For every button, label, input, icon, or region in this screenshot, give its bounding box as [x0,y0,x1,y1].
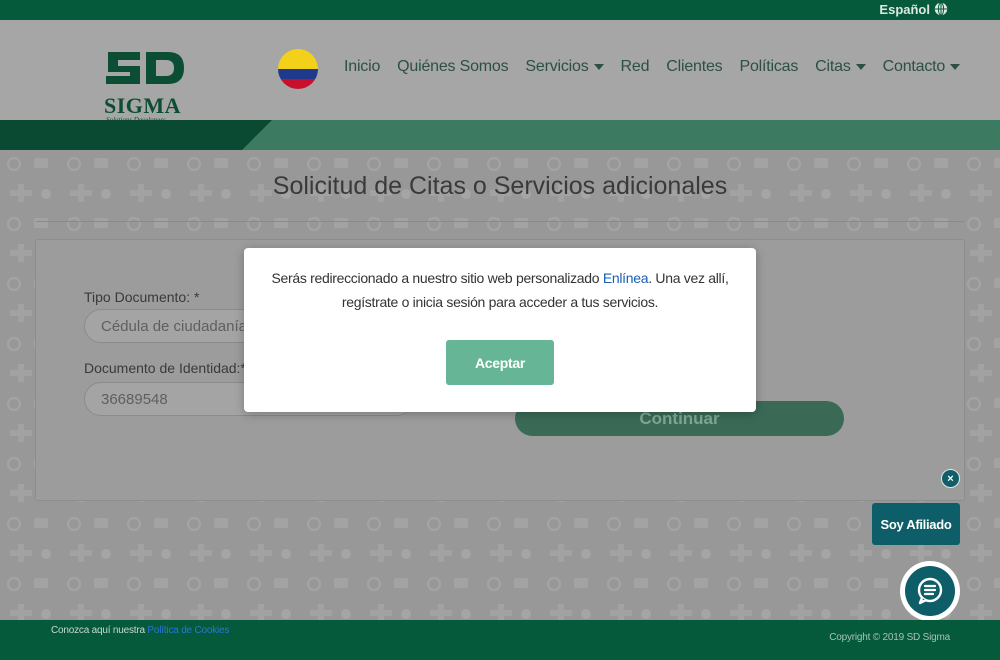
cookies-policy-link[interactable]: Política de Cookies [147,625,229,636]
cookies-notice: Conozca aquí nuestra Política de Cookies [51,625,229,636]
doc-id-label: Documento de Identidad:* [84,360,246,376]
modal-text-before: Serás redireccionado a nuestro sitio web… [271,270,603,286]
nav-clientes[interactable]: Clientes [666,58,722,76]
soy-afiliado-button[interactable]: Soy Afiliado [872,503,960,545]
chevron-down-icon [950,64,961,70]
doc-type-label: Tipo Documento: * [84,289,200,305]
band-dark-segment [0,120,272,150]
site-footer: Conozca aquí nuestra Política de Cookies… [0,620,1000,660]
chevron-down-icon [593,64,604,70]
close-icon[interactable]: × [941,469,960,488]
colombia-flag-icon[interactable] [278,49,318,89]
nav-politicas[interactable]: Políticas [740,58,799,76]
nav-citas[interactable]: Citas [815,58,866,76]
nav-label: Inicio [344,58,381,75]
chevron-down-icon [855,64,866,70]
header-accent-band [0,120,1000,150]
chat-bubble-icon [917,577,943,605]
nav-inicio[interactable]: Inicio [344,58,380,76]
title-divider [36,221,964,222]
enlinea-link[interactable]: Enlínea [603,270,649,286]
nav-label: Contacto [882,58,946,75]
copyright-text: Copyright © 2019 SD Sigma [829,632,950,643]
doc-id-value: 36689548 [101,390,168,408]
chat-button[interactable] [900,561,960,621]
globe-icon [934,2,948,16]
nav-red[interactable]: Red [621,58,650,76]
nav-quienes-somos[interactable]: Quiénes Somos [397,58,508,76]
nav-label: Red [620,58,650,75]
redirect-modal: Serás redireccionado a nuestro sitio web… [244,248,756,412]
nav-contacto[interactable]: Contacto [882,58,961,76]
accept-button[interactable]: Aceptar [446,340,554,385]
language-label: Español [879,1,930,17]
site-header: SIGMA Solutions Developers Inicio Quiéne… [0,20,1000,124]
nav-label: Quiénes Somos [397,58,509,75]
top-language-bar: Español [0,0,1000,20]
doc-type-value: Cédula de ciudadanía [101,317,247,335]
main-nav: Inicio Quiénes Somos Servicios Red Clien… [344,58,977,76]
language-selector[interactable]: Español [879,0,948,18]
chat-icon [905,566,955,616]
modal-message: Serás redireccionado a nuestro sitio web… [244,266,756,314]
cookies-text: Conozca aquí nuestra [51,625,148,636]
nav-label: Clientes [666,58,723,75]
page-title: Solicitud de Citas o Servicios adicional… [272,172,728,200]
nav-label: Políticas [739,58,799,75]
nav-label: Servicios [525,58,589,75]
nav-servicios[interactable]: Servicios [525,58,604,76]
nav-label: Citas [815,58,851,75]
